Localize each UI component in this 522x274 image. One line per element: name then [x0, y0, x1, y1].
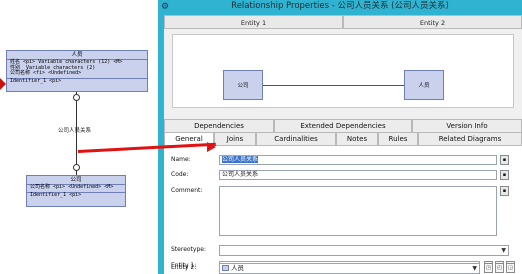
- name-label: Name:: [171, 156, 191, 163]
- relationship-label[interactable]: 公司人员关系: [58, 126, 91, 134]
- entity-person[interactable]: 人员 姓名 <pi> Variable characters (12) <M> 性别 V…: [6, 50, 148, 92]
- entity-icon: [222, 265, 229, 271]
- cardinality-circle: [73, 164, 80, 171]
- code-ellipsis-button[interactable]: ▪: [500, 170, 509, 180]
- code-label: Code:: [171, 171, 189, 178]
- preview-entity-right: 人员: [404, 70, 444, 100]
- entity2-create-icon[interactable]: ◰: [495, 263, 504, 273]
- annotation-arrow-head: [207, 142, 216, 152]
- entity2-select[interactable]: 人员 ▼: [219, 263, 480, 274]
- comment-textarea[interactable]: [219, 186, 497, 236]
- entity1-header[interactable]: Entity 1: [164, 15, 343, 29]
- entity2-header[interactable]: Entity 2: [343, 15, 522, 29]
- entity-company[interactable]: 公司 公司名称 <pi> <Undefined> <M> Identifier_1 <…: [26, 175, 126, 207]
- title-bar[interactable]: ⚙ Relationship Properties - 公司人员关系 (公司人员…: [158, 0, 522, 13]
- diagram-canvas[interactable]: 人员 姓名 <pi> Variable characters (12) <M> 性别 V…: [0, 0, 158, 274]
- general-tab-panel: Name: 公司人员关系 ▪ Code: 公司人员关系 ▪ Comment: ▪…: [164, 145, 522, 274]
- relationship-preview: 公司 人员: [172, 34, 514, 108]
- tab-version-info[interactable]: Version Info: [412, 119, 522, 132]
- dialog-body: Entity 1 Entity 2 公司 人员 Dependencies Ext…: [164, 15, 522, 274]
- stereotype-label: Stereotype:: [171, 246, 206, 253]
- window-title: Relationship Properties - 公司人员关系 (公司人员关系…: [231, 1, 449, 11]
- cardinality-circle: [73, 94, 80, 101]
- dropdown-arrow-icon: ▼: [501, 247, 506, 254]
- entity2-browse-icon[interactable]: ◲: [506, 263, 515, 273]
- comment-label: Comment:: [171, 187, 203, 194]
- tab-cardinalities[interactable]: Cardinalities: [256, 132, 336, 145]
- tab-rules[interactable]: Rules: [378, 132, 418, 145]
- comment-ellipsis-button[interactable]: ▪: [500, 186, 509, 196]
- entity-identifier: Identifier_1 <pi>: [27, 191, 125, 199]
- relationship-properties-dialog: ⚙ Relationship Properties - 公司人员关系 (公司人员…: [158, 0, 522, 274]
- preview-relationship-line: [263, 85, 404, 86]
- preview-entity-left: 公司: [223, 70, 263, 100]
- name-field[interactable]: 公司人员关系: [219, 155, 497, 165]
- tab-dependencies[interactable]: Dependencies: [164, 119, 274, 132]
- stereotype-select[interactable]: ▼: [219, 245, 509, 256]
- entity-attribute-row: 公司名称 <fi> <Undefined>: [10, 70, 82, 77]
- entity-identifier: Identifier_1 <pi>: [7, 77, 147, 85]
- entity-header-tabs: Entity 1 Entity 2: [164, 15, 522, 29]
- entity2-properties-icon[interactable]: ◳: [484, 263, 493, 273]
- tab-extended-dependencies[interactable]: Extended Dependencies: [274, 119, 412, 132]
- entity-attribute-row: 公司名称 <pi> <Undefined> <M>: [30, 184, 114, 190]
- tab-row-upper: Dependencies Extended Dependencies Versi…: [164, 119, 522, 132]
- tab-notes[interactable]: Notes: [336, 132, 378, 145]
- tab-related-diagrams[interactable]: Related Diagrams: [418, 132, 522, 145]
- tab-joins[interactable]: Joins: [214, 132, 256, 145]
- code-field[interactable]: 公司人员关系: [219, 170, 497, 180]
- dropdown-arrow-icon: ▼: [472, 265, 477, 272]
- tab-row-lower: General Joins Cardinalities Notes Rules …: [164, 132, 522, 145]
- entity2-label: Entity 2:: [171, 264, 197, 271]
- app-icon: ⚙: [161, 2, 170, 12]
- name-ellipsis-button[interactable]: ▪: [500, 155, 509, 165]
